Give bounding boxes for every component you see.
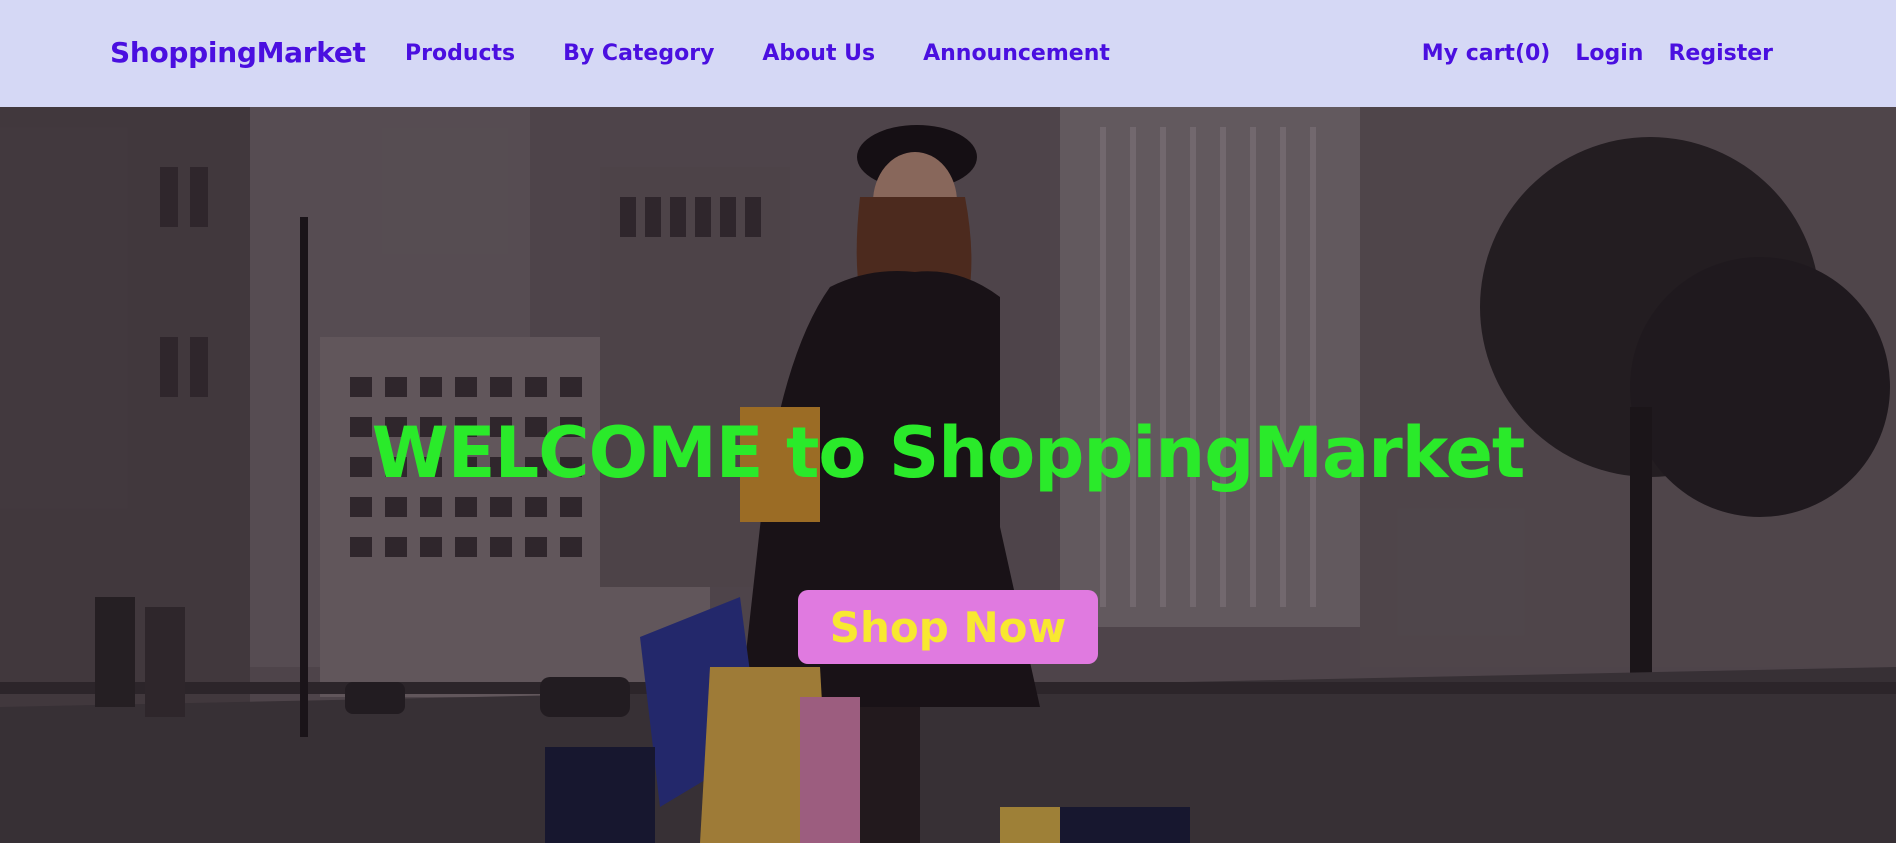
hero-title: WELCOME to ShoppingMarket <box>371 412 1526 494</box>
my-cart-link[interactable]: My cart(0) <box>1422 41 1551 66</box>
login-link[interactable]: Login <box>1575 41 1643 66</box>
brand-logo-link[interactable]: ShoppingMarket <box>110 36 366 69</box>
shop-now-button[interactable]: Shop Now <box>798 590 1098 664</box>
register-link[interactable]: Register <box>1668 41 1773 66</box>
nav-about-us-link[interactable]: About Us <box>762 41 875 66</box>
account-nav: My cart(0) Login Register <box>1422 41 1773 66</box>
nav-by-category-link[interactable]: By Category <box>563 41 714 66</box>
hero-banner: WELCOME to ShoppingMarket Shop Now <box>0 107 1896 843</box>
top-navbar: ShoppingMarket Products By Category Abou… <box>0 0 1896 107</box>
nav-announcement-link[interactable]: Announcement <box>923 41 1110 66</box>
main-nav: Products By Category About Us Announceme… <box>405 41 1110 66</box>
nav-products-link[interactable]: Products <box>405 41 515 66</box>
